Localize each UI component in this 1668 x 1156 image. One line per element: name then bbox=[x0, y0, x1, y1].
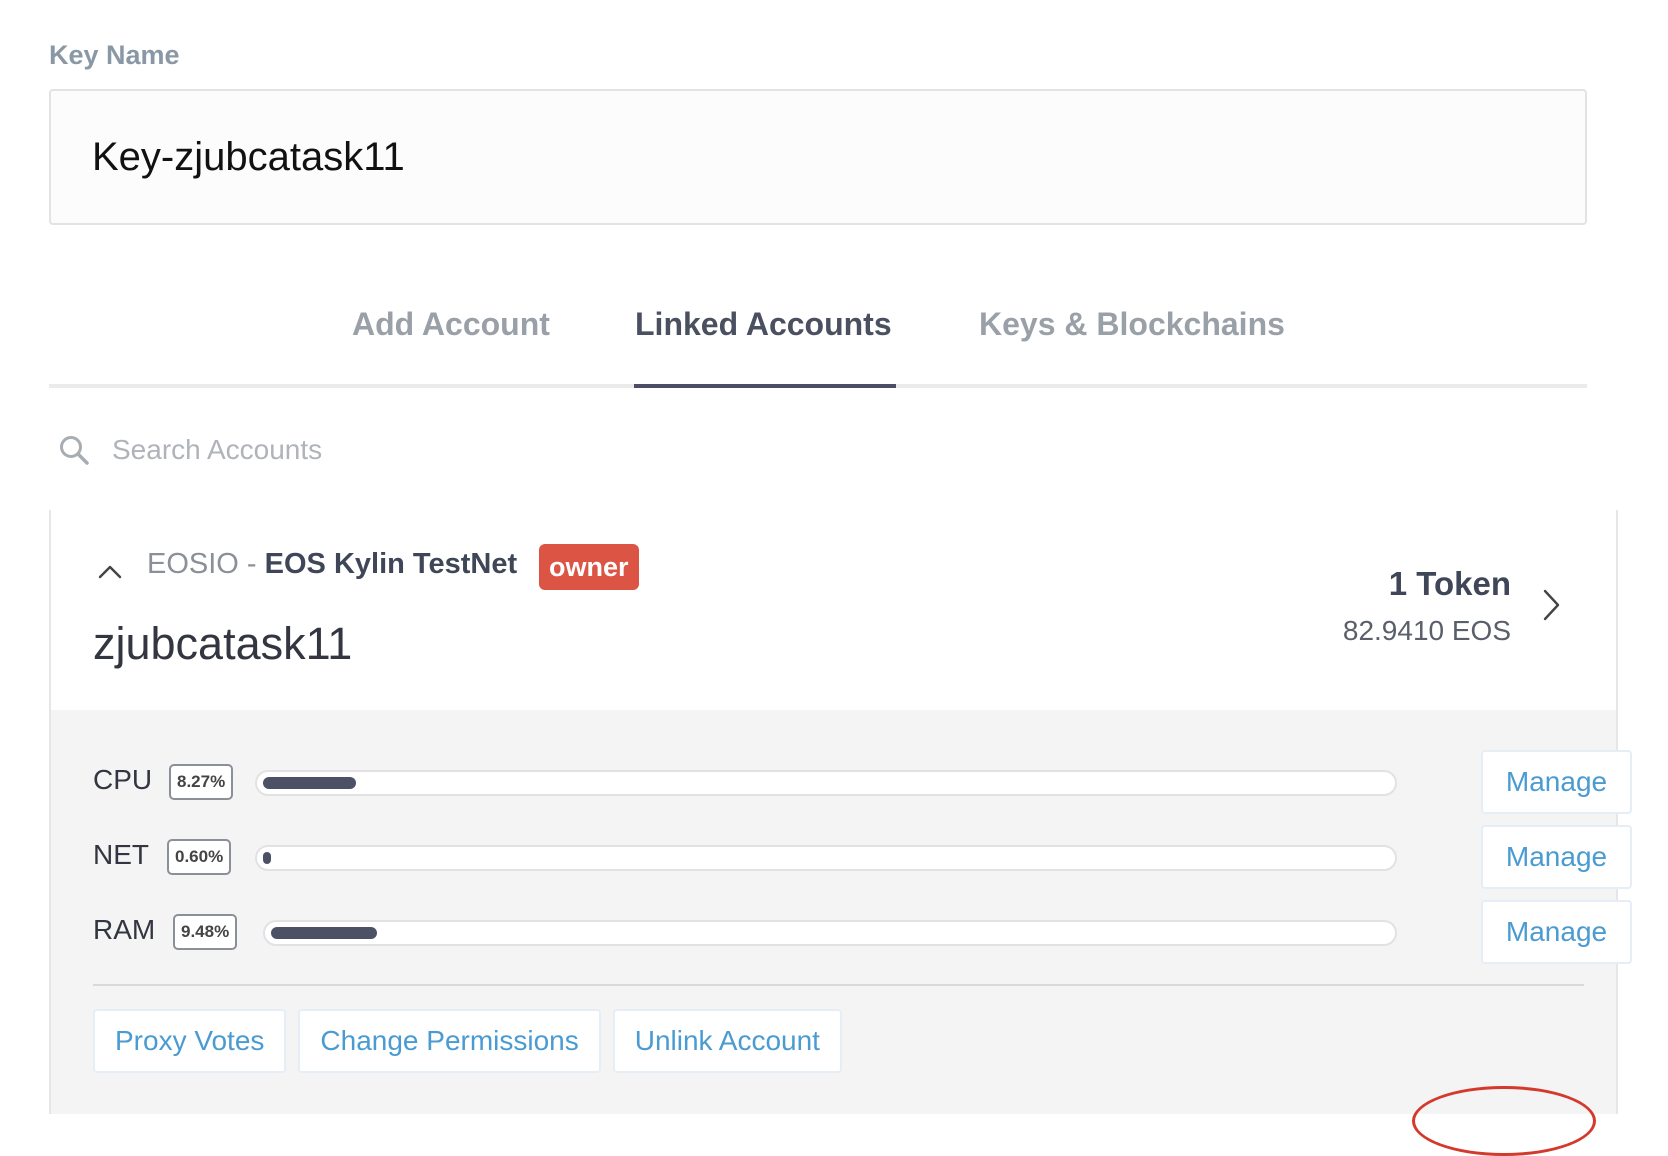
owner-badge: owner bbox=[539, 544, 639, 590]
resource-usage-fill bbox=[271, 927, 377, 939]
resource-row-net: NET 0.60% Manage bbox=[93, 825, 1632, 889]
key-name-label: Key Name bbox=[49, 40, 180, 70]
chevron-up-icon[interactable] bbox=[97, 558, 123, 584]
manage-cpu-button[interactable]: Manage bbox=[1481, 750, 1632, 814]
resource-percent-badge: 8.27% bbox=[169, 764, 234, 800]
unlink-account-button[interactable]: Unlink Account bbox=[612, 1009, 842, 1073]
network-prefix: EOSIO - bbox=[147, 548, 265, 580]
proxy-votes-button[interactable]: Proxy Votes bbox=[93, 1009, 287, 1073]
account-resources-panel: CPU 8.27% Manage NET 0.60% Manage RAM 9.… bbox=[51, 710, 1632, 1114]
account-card-header[interactable]: EOSIO - EOS Kylin TestNet owner zjubcata… bbox=[51, 510, 1616, 710]
resource-label: RAM bbox=[93, 914, 156, 945]
network-line: EOSIO - EOS Kylin TestNet bbox=[147, 548, 517, 581]
resource-label: CPU bbox=[93, 764, 153, 795]
account-name: zjubcatask11 bbox=[93, 618, 353, 669]
resource-usage-fill bbox=[263, 777, 356, 789]
manage-net-button[interactable]: Manage bbox=[1481, 825, 1632, 889]
tab-linked-accounts[interactable]: Linked Accounts bbox=[635, 306, 892, 343]
network-name: EOS Kylin TestNet bbox=[264, 548, 518, 580]
change-permissions-button[interactable]: Change Permissions bbox=[298, 1009, 601, 1073]
resource-percent-badge: 9.48% bbox=[173, 914, 238, 950]
resource-usage-fill bbox=[263, 852, 271, 864]
resource-usage-bar bbox=[255, 845, 1397, 871]
account-tabs: Add Account Linked Accounts Keys & Block… bbox=[49, 290, 1587, 388]
active-tab-indicator bbox=[634, 384, 896, 388]
resources-divider bbox=[93, 984, 1584, 986]
resource-percent-badge: 0.60% bbox=[167, 839, 232, 875]
tab-keys-blockchains[interactable]: Keys & Blockchains bbox=[979, 306, 1285, 343]
resource-label: NET bbox=[93, 839, 149, 870]
search-input[interactable] bbox=[110, 433, 610, 467]
resource-row-cpu: CPU 8.27% Manage bbox=[93, 750, 1632, 814]
search-bar bbox=[58, 425, 658, 475]
manage-ram-button[interactable]: Manage bbox=[1481, 900, 1632, 964]
resource-row-ram: RAM 9.48% Manage bbox=[93, 900, 1632, 964]
account-actions: Proxy Votes Change Permissions Unlink Ac… bbox=[93, 1009, 842, 1073]
search-icon bbox=[60, 436, 89, 465]
key-name-input[interactable] bbox=[49, 89, 1587, 225]
tab-add-account[interactable]: Add Account bbox=[352, 306, 550, 343]
resource-usage-bar bbox=[255, 770, 1397, 796]
token-count: 1 Token bbox=[1388, 565, 1511, 602]
token-balance: 82.9410 EOS bbox=[1342, 615, 1511, 646]
resource-usage-bar bbox=[263, 920, 1397, 946]
chevron-right-icon[interactable] bbox=[1538, 585, 1564, 625]
linked-account-card: EOSIO - EOS Kylin TestNet owner zjubcata… bbox=[49, 510, 1632, 1156]
